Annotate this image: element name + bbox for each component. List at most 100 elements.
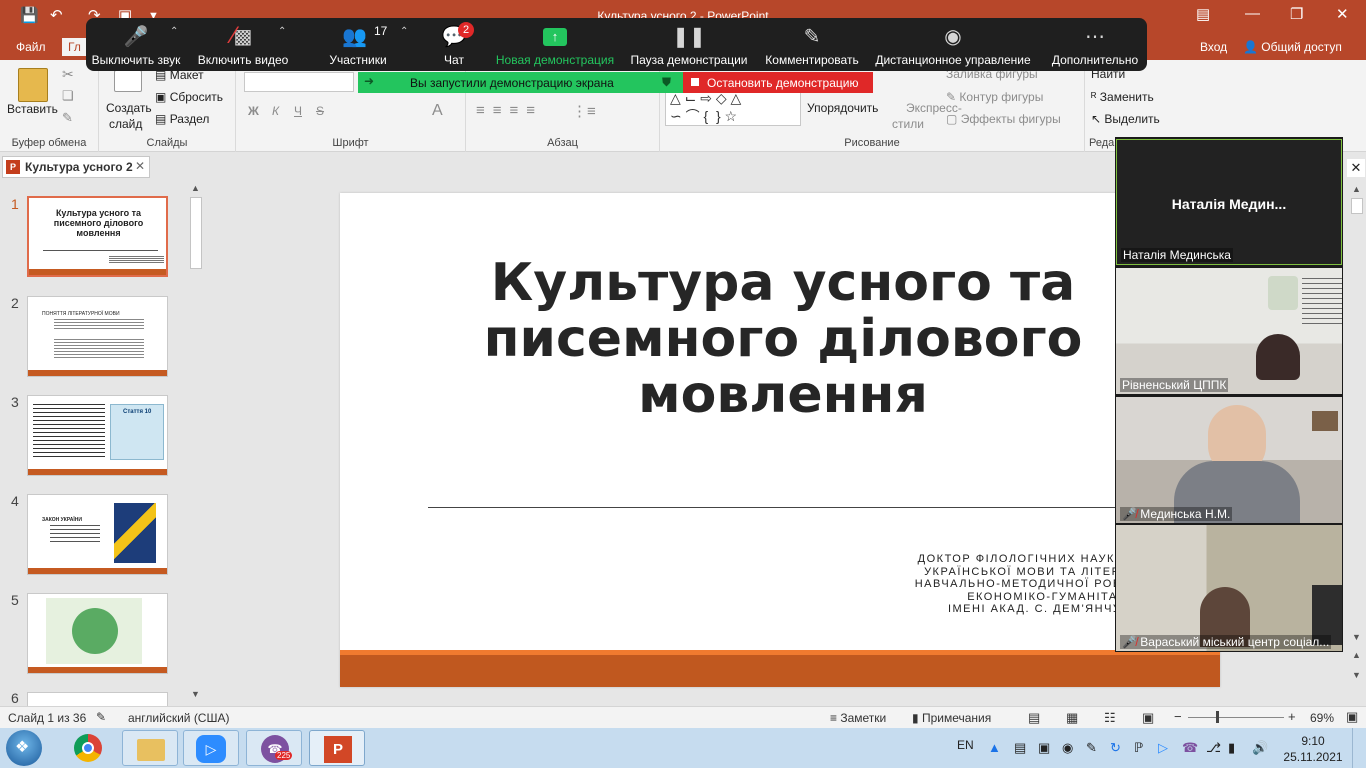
sync-icon[interactable]: ↻ xyxy=(1110,740,1121,756)
slide-title[interactable]: Культура усного та писемного ділового мо… xyxy=(440,255,1126,423)
scroll-thumb[interactable] xyxy=(1351,198,1363,214)
prev-slide-icon[interactable]: ▲ xyxy=(1352,650,1361,660)
participants-button[interactable]: 👥 17 Участники xyxy=(322,18,394,71)
tray-usb-icon[interactable]: ⎇ xyxy=(1206,740,1221,756)
slide-thumbnail-4[interactable]: ЗАКОН УКРАЇНИ xyxy=(27,494,168,575)
normal-view-icon[interactable]: ▤ xyxy=(1028,710,1040,726)
current-slide[interactable]: Культура усного та писемного ділового мо… xyxy=(340,193,1220,687)
paste-button[interactable]: Вставить xyxy=(7,102,58,116)
video-options-chevron-icon[interactable]: ⌃ xyxy=(278,26,286,37)
audio-options-chevron-icon[interactable]: ⌃ xyxy=(170,26,178,37)
participant-tile[interactable]: Рівненський ЦППК xyxy=(1116,268,1342,394)
tray-app-icon[interactable]: ▤ xyxy=(1014,740,1026,756)
annotate-button[interactable]: ✎ Комментировать xyxy=(762,18,862,71)
close-icon[interactable]: ✕ xyxy=(1336,5,1349,23)
zoom-slider-thumb[interactable] xyxy=(1216,711,1219,723)
viber-tray-icon[interactable]: ☎ xyxy=(1182,740,1198,756)
slide-thumbnail-1[interactable]: Культура усного та писемного ділового мо… xyxy=(27,196,168,277)
zoom-out-icon[interactable]: − xyxy=(1174,709,1182,724)
ribbon-display-icon[interactable]: ▤ xyxy=(1196,5,1210,23)
zoom-tray-icon[interactable]: ▷ xyxy=(1158,740,1168,756)
font-name-input[interactable] xyxy=(244,72,354,92)
font-color-icon[interactable]: A xyxy=(432,102,443,120)
network-icon[interactable]: ▮ xyxy=(1228,740,1235,756)
reading-view-icon[interactable]: ☷ xyxy=(1104,710,1116,726)
scroll-up-icon[interactable]: ▲ xyxy=(1352,184,1361,194)
section-button[interactable]: ▤ Раздел xyxy=(155,112,209,126)
next-slide-icon[interactable]: ▼ xyxy=(1352,670,1361,680)
minimize-icon[interactable]: — xyxy=(1245,5,1260,22)
spellcheck-icon[interactable]: ✎ xyxy=(96,710,106,724)
italic-button[interactable]: К xyxy=(272,104,279,118)
copy-icon[interactable]: ❏ xyxy=(62,88,74,104)
taskbar-powerpoint[interactable]: P xyxy=(309,730,365,766)
new-slide-icon[interactable] xyxy=(114,70,142,92)
stop-share-button[interactable]: Остановить демонстрацию xyxy=(683,72,873,93)
scroll-down-icon[interactable]: ▼ xyxy=(1352,632,1361,642)
notes-button[interactable]: ≡ Заметки xyxy=(830,711,886,725)
more-button[interactable]: ⋯ Дополнительно xyxy=(1048,18,1142,71)
bold-button[interactable]: Ж xyxy=(248,104,259,118)
close-video-panel-icon[interactable]: ✕ xyxy=(1347,159,1365,177)
reset-button[interactable]: ▣ Сбросить xyxy=(155,90,223,104)
tray-circle-icon[interactable]: ◉ xyxy=(1062,740,1073,756)
shapes-gallery[interactable]: △ ⌙ ⇨ ◇ △ ∽ ⌒ { } ☆ xyxy=(665,88,801,126)
pen-icon[interactable]: ✎ xyxy=(1086,740,1097,756)
taskbar-viber[interactable]: ☎ 225 xyxy=(246,730,302,766)
google-drive-icon[interactable]: ▲ xyxy=(988,740,1001,755)
participants-chevron-icon[interactable]: ⌃ xyxy=(400,26,408,37)
monitor-icon[interactable]: ▣ xyxy=(1038,740,1050,756)
shape-effects-button[interactable]: ▢ Эффекты фигуры xyxy=(946,112,1061,126)
share-button[interactable]: 👤 Общий доступ xyxy=(1243,40,1342,54)
slide-thumbnail-6[interactable] xyxy=(27,692,168,706)
chat-button[interactable]: 💬 2 Чат xyxy=(426,18,482,71)
participant-tile[interactable]: 🎤̸ Вараський міський центр соціал... xyxy=(1116,525,1342,651)
new-share-button[interactable]: ↑ Новая демонстрация xyxy=(494,18,616,71)
input-language[interactable]: EN xyxy=(957,738,974,752)
scroll-thumb[interactable] xyxy=(190,197,202,269)
paste-icon[interactable] xyxy=(18,68,48,102)
replace-button[interactable]: ᴿ Заменить xyxy=(1091,90,1154,104)
arrange-button[interactable]: Упорядочить xyxy=(807,101,878,115)
tab-home[interactable]: Гл xyxy=(62,38,87,56)
slide-scrollbar[interactable]: ▲ ▼ ▲ ▼ xyxy=(1349,180,1365,706)
sharing-banner[interactable]: ➜ Вы запустили демонстрацию экрана ⛊ xyxy=(358,72,683,93)
document-tab[interactable]: P Культура усного 2 ✕ xyxy=(2,156,150,178)
clock-time[interactable]: 9:10 xyxy=(1290,734,1336,748)
scroll-down-icon[interactable]: ▼ xyxy=(191,689,200,699)
sorter-view-icon[interactable]: ▦ xyxy=(1066,710,1078,726)
slide-thumbnail-5[interactable] xyxy=(27,593,168,674)
tray-bluetooth-icon[interactable]: ℙ xyxy=(1134,740,1143,756)
remote-control-button[interactable]: ◉ Дистанционное управление xyxy=(872,18,1034,71)
tab-close-icon[interactable]: ✕ xyxy=(135,159,145,173)
align-icons[interactable]: ≡≡≡≡ xyxy=(476,102,543,119)
cut-icon[interactable]: ✂ xyxy=(62,66,74,83)
maximize-icon[interactable]: ❐ xyxy=(1290,5,1303,23)
tab-file[interactable]: Файл xyxy=(16,40,46,54)
start-button[interactable]: ❖ xyxy=(6,730,42,766)
fit-slide-icon[interactable]: ▣ xyxy=(1346,709,1358,725)
comments-button[interactable]: ▮ Примечания xyxy=(912,711,991,725)
strike-button[interactable]: S xyxy=(316,104,324,118)
signin-link[interactable]: Вход xyxy=(1200,40,1227,54)
pause-share-button[interactable]: ❚❚ Пауза демонстрации xyxy=(628,18,750,71)
taskbar-chrome[interactable] xyxy=(60,730,116,766)
format-painter-icon[interactable]: ✎ xyxy=(62,110,73,126)
thumbnails-scrollbar[interactable]: ▲ ▼ xyxy=(188,183,204,703)
taskbar-explorer[interactable] xyxy=(122,730,178,766)
zoom-in-icon[interactable]: + xyxy=(1288,709,1296,724)
slide-thumbnail-2[interactable]: ПОНЯТТЯ ЛІТЕРАТУРНОЇ МОВИ xyxy=(27,296,168,377)
slideshow-view-icon[interactable]: ▣ xyxy=(1142,710,1154,726)
slide-thumbnail-3[interactable]: Стаття 10 xyxy=(27,395,168,476)
show-desktop-button[interactable] xyxy=(1352,728,1366,768)
taskbar-zoom[interactable]: ▷ xyxy=(183,730,239,766)
zoom-slider[interactable] xyxy=(1188,717,1284,718)
participant-tile[interactable]: 🎤̸ Мединська Н.М. xyxy=(1116,397,1342,523)
columns-icon[interactable]: ⋮≡ xyxy=(572,102,596,120)
underline-button[interactable]: Ч xyxy=(294,104,302,118)
zoom-level[interactable]: 69% xyxy=(1310,711,1334,725)
volume-icon[interactable]: 🔊 xyxy=(1252,740,1268,756)
new-slide-button[interactable]: Создать xyxy=(106,101,152,115)
shape-outline-button[interactable]: ✎ Контур фигуры xyxy=(946,90,1043,104)
participant-tile[interactable]: Наталія Медин... Наталія Мединська xyxy=(1116,139,1342,265)
